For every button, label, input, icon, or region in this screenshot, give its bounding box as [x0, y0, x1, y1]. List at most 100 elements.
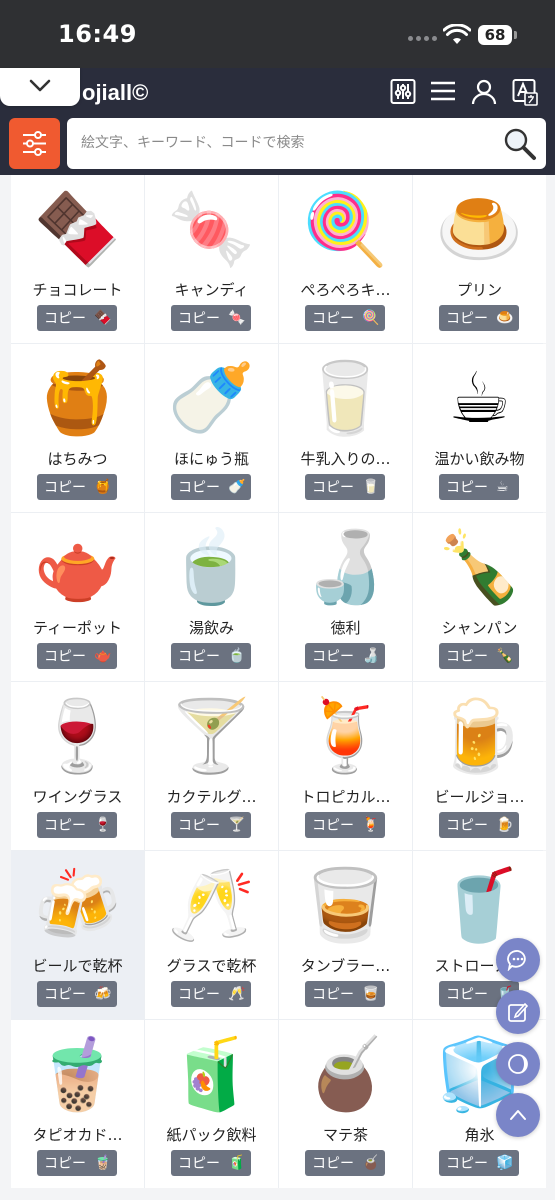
emoji-card[interactable]: 🍶 徳利コピー 🍶 — [279, 513, 412, 681]
edit-button[interactable] — [496, 990, 540, 1034]
emoji-glyph[interactable]: 🍫 — [11, 185, 144, 273]
emoji-name[interactable]: キャンディ — [145, 279, 278, 300]
emoji-card[interactable]: 🍺 ビールジョ… コピー 🍺 — [413, 682, 546, 850]
scroll-top-button[interactable] — [496, 1093, 540, 1137]
copy-button[interactable]: コピー 🧊 — [439, 1150, 519, 1176]
copy-button[interactable]: コピー 🍬 — [171, 305, 251, 331]
emoji-glyph[interactable]: 🍵 — [145, 523, 278, 611]
emoji-card[interactable]: 🍵 湯飲みコピー 🍵 — [145, 513, 278, 681]
emoji-card[interactable]: 🍬 キャンディコピー 🍬 — [145, 175, 278, 343]
emoji-glyph[interactable]: 🫖 — [11, 523, 144, 611]
copy-button[interactable]: コピー 🍹 — [305, 812, 385, 838]
emoji-card[interactable]: ☕ 温かい飲み物コピー ☕ — [413, 344, 546, 512]
emoji-name[interactable]: ビールジョ… — [413, 786, 546, 807]
emoji-glyph[interactable]: 🍮 — [413, 185, 546, 273]
copy-button[interactable]: コピー 🍻 — [37, 981, 117, 1007]
emoji-card[interactable]: 🍼 ほにゅう瓶コピー 🍼 — [145, 344, 278, 512]
emoji-name[interactable]: 徳利 — [279, 617, 412, 638]
emoji-glyph[interactable]: 🧉 — [279, 1030, 412, 1118]
copy-button[interactable]: コピー 🍷 — [37, 812, 117, 838]
translate-icon[interactable] — [512, 78, 538, 106]
emoji-glyph[interactable]: 🍶 — [279, 523, 412, 611]
emoji-name[interactable]: タンブラー… — [279, 955, 412, 976]
emoji-name[interactable]: プリン — [413, 279, 546, 300]
copy-button[interactable]: コピー 🍶 — [305, 643, 385, 669]
emoji-glyph[interactable]: 🥤 — [413, 861, 546, 949]
copy-button[interactable]: コピー 🧃 — [171, 1150, 251, 1176]
emoji-name[interactable]: 温かい飲み物 — [413, 448, 546, 469]
menu-icon[interactable] — [430, 78, 456, 106]
emoji-glyph[interactable]: 🍻 — [11, 861, 144, 949]
emoji-card[interactable]: 🧋 タピオカド… コピー 🧋 — [11, 1020, 144, 1188]
emoji-glyph[interactable]: 🍾 — [413, 523, 546, 611]
emoji-card[interactable]: 🥂 グラスで乾杯コピー 🥂 — [145, 851, 278, 1019]
filter-button[interactable] — [9, 118, 60, 169]
search-icon[interactable] — [503, 127, 537, 161]
emoji-card[interactable]: 🍫 チョコレートコピー 🍫 — [11, 175, 144, 343]
copy-button[interactable]: コピー 🫖 — [37, 643, 117, 669]
settings-sliders-icon[interactable] — [390, 78, 416, 106]
emoji-glyph[interactable]: 🍷 — [11, 692, 144, 780]
copy-button[interactable]: コピー 🧋 — [37, 1150, 117, 1176]
emoji-card[interactable]: 🍷 ワイングラスコピー 🍷 — [11, 682, 144, 850]
emoji-name[interactable]: ぺろぺろキ… — [279, 279, 412, 300]
copy-button[interactable]: コピー 🍯 — [37, 474, 117, 500]
emoji-name[interactable]: カクテルグ… — [145, 786, 278, 807]
emoji-glyph[interactable]: 🧋 — [11, 1030, 144, 1118]
emoji-glyph[interactable]: 🥃 — [279, 861, 412, 949]
search-input[interactable] — [81, 131, 481, 155]
emoji-name[interactable]: マテ茶 — [279, 1124, 412, 1145]
emoji-name[interactable]: はちみつ — [11, 448, 144, 469]
copy-button[interactable]: コピー 🥛 — [305, 474, 385, 500]
emoji-name[interactable]: ビールで乾杯 — [11, 955, 144, 976]
emoji-card[interactable]: 🧃 紙パック飲料コピー 🧃 — [145, 1020, 278, 1188]
copy-button[interactable]: コピー 🍺 — [439, 812, 519, 838]
copy-button[interactable]: コピー 🧉 — [305, 1150, 385, 1176]
emoji-card[interactable]: 🍾 シャンパン コピー 🍾 — [413, 513, 546, 681]
emoji-name[interactable]: グラスで乾杯 — [145, 955, 278, 976]
emoji-glyph[interactable]: 🍭 — [279, 185, 412, 273]
search-box[interactable] — [67, 118, 546, 169]
emoji-card[interactable]: 🧉 マテ茶コピー 🧉 — [279, 1020, 412, 1188]
collapse-tab[interactable] — [0, 68, 80, 106]
emoji-card[interactable]: 🥛 牛乳入りの… コピー 🥛 — [279, 344, 412, 512]
copy-button[interactable]: コピー 🍸 — [171, 812, 251, 838]
site-logo[interactable]: ojiall© — [82, 80, 148, 106]
dark-mode-button[interactable] — [496, 1042, 540, 1086]
emoji-glyph[interactable]: 🍺 — [413, 692, 546, 780]
user-icon[interactable] — [471, 78, 497, 106]
emoji-glyph[interactable]: 🍼 — [145, 354, 278, 442]
copy-button[interactable]: コピー 🍮 — [439, 305, 519, 331]
copy-button[interactable]: コピー 🍭 — [305, 305, 385, 331]
emoji-card[interactable]: 🫖 ティーポット コピー 🫖 — [11, 513, 144, 681]
emoji-glyph[interactable]: 🍬 — [145, 185, 278, 273]
emoji-name[interactable]: タピオカド… — [11, 1124, 144, 1145]
copy-button[interactable]: コピー ☕ — [439, 474, 519, 500]
copy-button[interactable]: コピー 🍫 — [37, 305, 117, 331]
emoji-name[interactable]: ほにゅう瓶 — [145, 448, 278, 469]
copy-button[interactable]: コピー 🍵 — [171, 643, 251, 669]
emoji-name[interactable]: 湯飲み — [145, 617, 278, 638]
emoji-glyph[interactable]: 🍯 — [11, 354, 144, 442]
emoji-card[interactable]: 🍯 はちみつコピー 🍯 — [11, 344, 144, 512]
emoji-card[interactable]: 🥃 タンブラー… コピー 🥃 — [279, 851, 412, 1019]
emoji-name[interactable]: トロピカル… — [279, 786, 412, 807]
emoji-glyph[interactable]: ☕ — [413, 354, 546, 442]
emoji-glyph[interactable]: 🍸 — [145, 692, 278, 780]
emoji-card[interactable]: 🍻 ビールで乾杯コピー 🍻 — [11, 851, 144, 1019]
emoji-glyph[interactable]: 🍹 — [279, 692, 412, 780]
emoji-name[interactable]: 紙パック飲料 — [145, 1124, 278, 1145]
copy-button[interactable]: コピー 🍼 — [171, 474, 251, 500]
emoji-card[interactable]: 🍹 トロピカル… コピー 🍹 — [279, 682, 412, 850]
emoji-glyph[interactable]: 🥂 — [145, 861, 278, 949]
emoji-glyph[interactable]: 🧃 — [145, 1030, 278, 1118]
emoji-name[interactable]: ワイングラス — [11, 786, 144, 807]
emoji-glyph[interactable]: 🥛 — [279, 354, 412, 442]
emoji-card[interactable]: 🍸 カクテルグ… コピー 🍸 — [145, 682, 278, 850]
emoji-name[interactable]: チョコレート — [11, 279, 144, 300]
copy-button[interactable]: コピー 🥃 — [305, 981, 385, 1007]
copy-button[interactable]: コピー 🥂 — [171, 981, 251, 1007]
emoji-card[interactable]: 🍭 ぺろぺろキ… コピー 🍭 — [279, 175, 412, 343]
emoji-name[interactable]: シャンパン — [413, 617, 546, 638]
chat-button[interactable] — [496, 938, 540, 982]
